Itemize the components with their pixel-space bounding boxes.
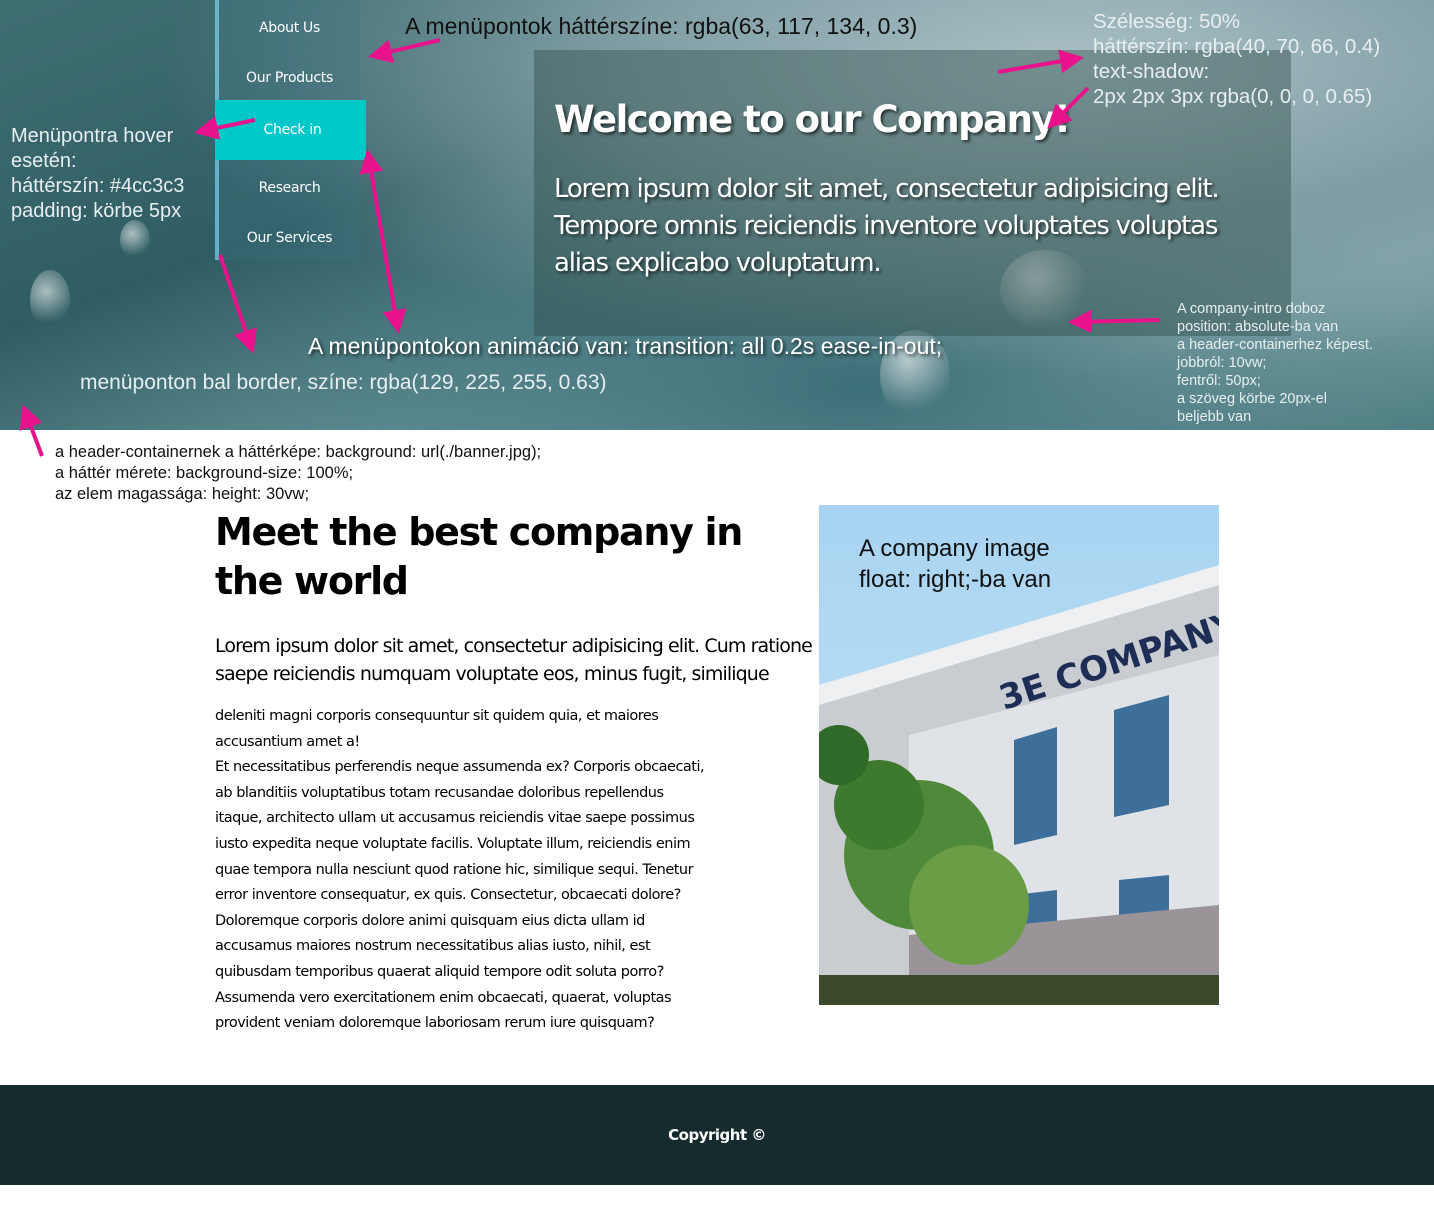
annotation-header-bg: a header-containernek a háttérképe: back… [55,443,542,503]
main-body: deleniti magni corporis consequuntur sit… [215,708,705,1032]
arrow [1047,86,1090,129]
footer: Copyright © [0,1085,1434,1185]
arrow [997,49,1084,74]
arrow [359,149,407,334]
annotation-arrows [19,38,1161,457]
arrow [19,404,44,457]
main-title: Meet the best company in the world [215,510,743,603]
company-image: 3E COMPANY A company image float: right;… [819,505,1219,1005]
annotation-image: A company image float: right;-ba van [859,535,1052,593]
copyright-text: Copyright © [668,1126,766,1144]
arrow [1068,309,1161,334]
main-lead: Lorem ipsum dolor sit amet, consectetur … [215,635,813,685]
arrow [368,38,441,64]
arrow [218,254,257,354]
arrow [194,116,256,140]
